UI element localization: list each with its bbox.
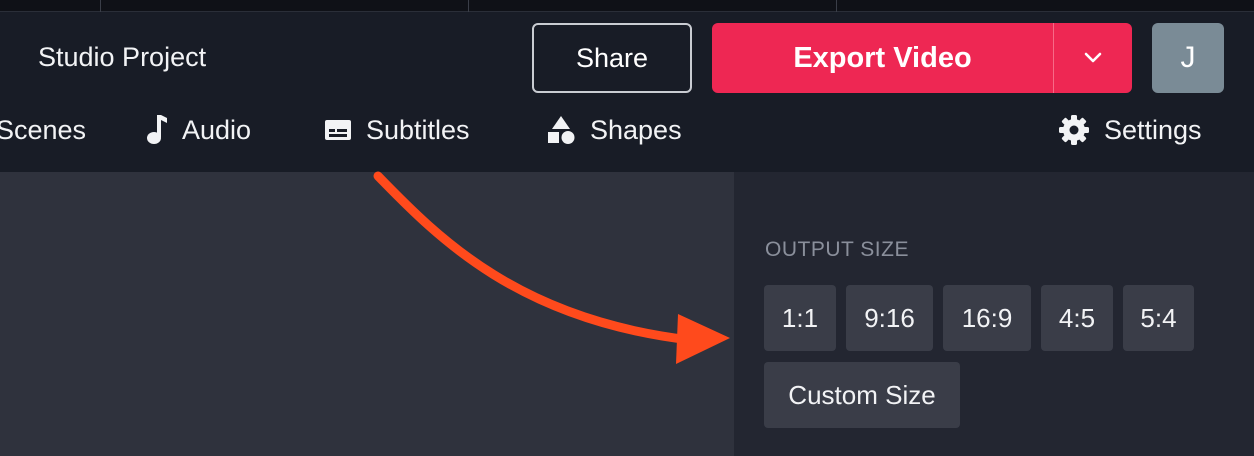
size-option-5-4[interactable]: 5:4 [1123,285,1194,351]
nav-item-settings[interactable]: Settings [1058,105,1202,155]
share-button[interactable]: Share [532,23,692,93]
nav-item-label: Shapes [590,114,682,145]
editor-nav: Scenes Audio Subtitles Shapes Settings [0,105,1254,155]
output-size-panel: OUTPUT SIZE 1:1 9:16 16:9 4:5 5:4 Custom… [734,172,1254,456]
output-size-heading: OUTPUT SIZE [765,238,909,261]
tab-divider [468,0,469,12]
nav-item-label: Scenes [0,114,87,145]
export-video-button[interactable]: Export Video [712,23,1053,93]
nav-item-scenes[interactable]: Scenes [0,105,86,155]
nav-item-label: Subtitles [366,114,470,145]
top-bar: Studio Project Share Export Video J Scen… [0,12,1254,172]
custom-size-button[interactable]: Custom Size [764,362,960,428]
shapes-icon [548,116,575,144]
video-canvas-area[interactable] [0,172,734,456]
user-avatar[interactable]: J [1152,23,1224,93]
size-option-1-1[interactable]: 1:1 [764,285,836,351]
nav-item-shapes[interactable]: Shapes [546,105,682,155]
tab-divider [836,0,837,12]
subtitles-icon [325,120,351,140]
size-option-9-16[interactable]: 9:16 [846,285,933,351]
size-option-16-9[interactable]: 16:9 [943,285,1031,351]
nav-item-audio[interactable]: Audio [146,105,251,155]
tab-divider [100,0,101,12]
size-option-4-5[interactable]: 4:5 [1041,285,1113,351]
export-video-split-button: Export Video [712,23,1132,93]
project-title: Studio Project [38,42,207,72]
nav-item-subtitles[interactable]: Subtitles [324,105,470,155]
nav-item-label: Audio [182,114,252,145]
nav-item-label: Settings [1104,114,1202,145]
export-options-button[interactable] [1054,23,1132,93]
gear-icon [1059,115,1089,145]
music-note-icon [147,115,167,144]
browser-tab-strip [0,0,1254,12]
chevron-down-icon [1084,52,1102,63]
